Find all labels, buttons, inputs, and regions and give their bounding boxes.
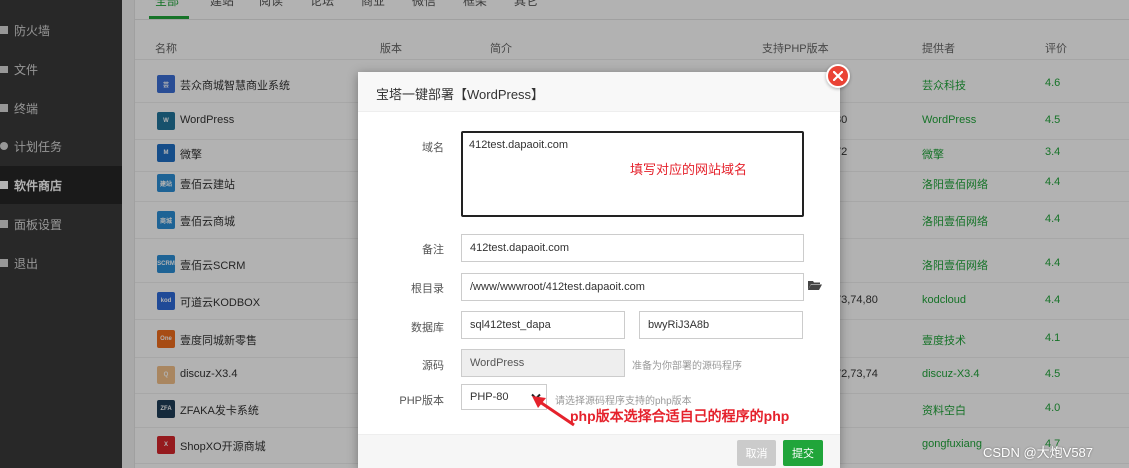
close-icon	[833, 71, 843, 81]
db-password-input[interactable]	[639, 311, 803, 339]
modal-title: 宝塔一键部署【WordPress】	[376, 87, 545, 102]
folder-open-icon[interactable]	[808, 279, 822, 291]
source-label: 源码	[422, 360, 444, 372]
root-dir-label: 根目录	[411, 283, 444, 295]
note-input[interactable]	[461, 234, 804, 262]
cancel-button[interactable]: 取消	[737, 440, 776, 466]
watermark: CSDN @大炮V587	[983, 445, 1094, 460]
modal-header: 宝塔一键部署【WordPress】	[358, 72, 840, 112]
php-version-label: PHP版本	[399, 395, 444, 407]
note-label: 备注	[422, 244, 444, 256]
php-annotation: php版本选择合适自己的程序的php	[570, 408, 790, 424]
domain-annotation: 填写对应的网站域名	[630, 162, 748, 177]
domain-label: 域名	[422, 142, 444, 154]
close-button[interactable]	[826, 64, 850, 88]
php-version-value: PHP-80	[470, 391, 509, 403]
source-input	[461, 349, 625, 377]
database-label: 数据库	[411, 322, 444, 334]
db-name-input[interactable]	[461, 311, 625, 339]
root-dir-input[interactable]	[461, 273, 804, 301]
submit-button[interactable]: 提交	[783, 440, 823, 466]
source-hint: 准备为你部署的源码程序	[632, 361, 742, 372]
